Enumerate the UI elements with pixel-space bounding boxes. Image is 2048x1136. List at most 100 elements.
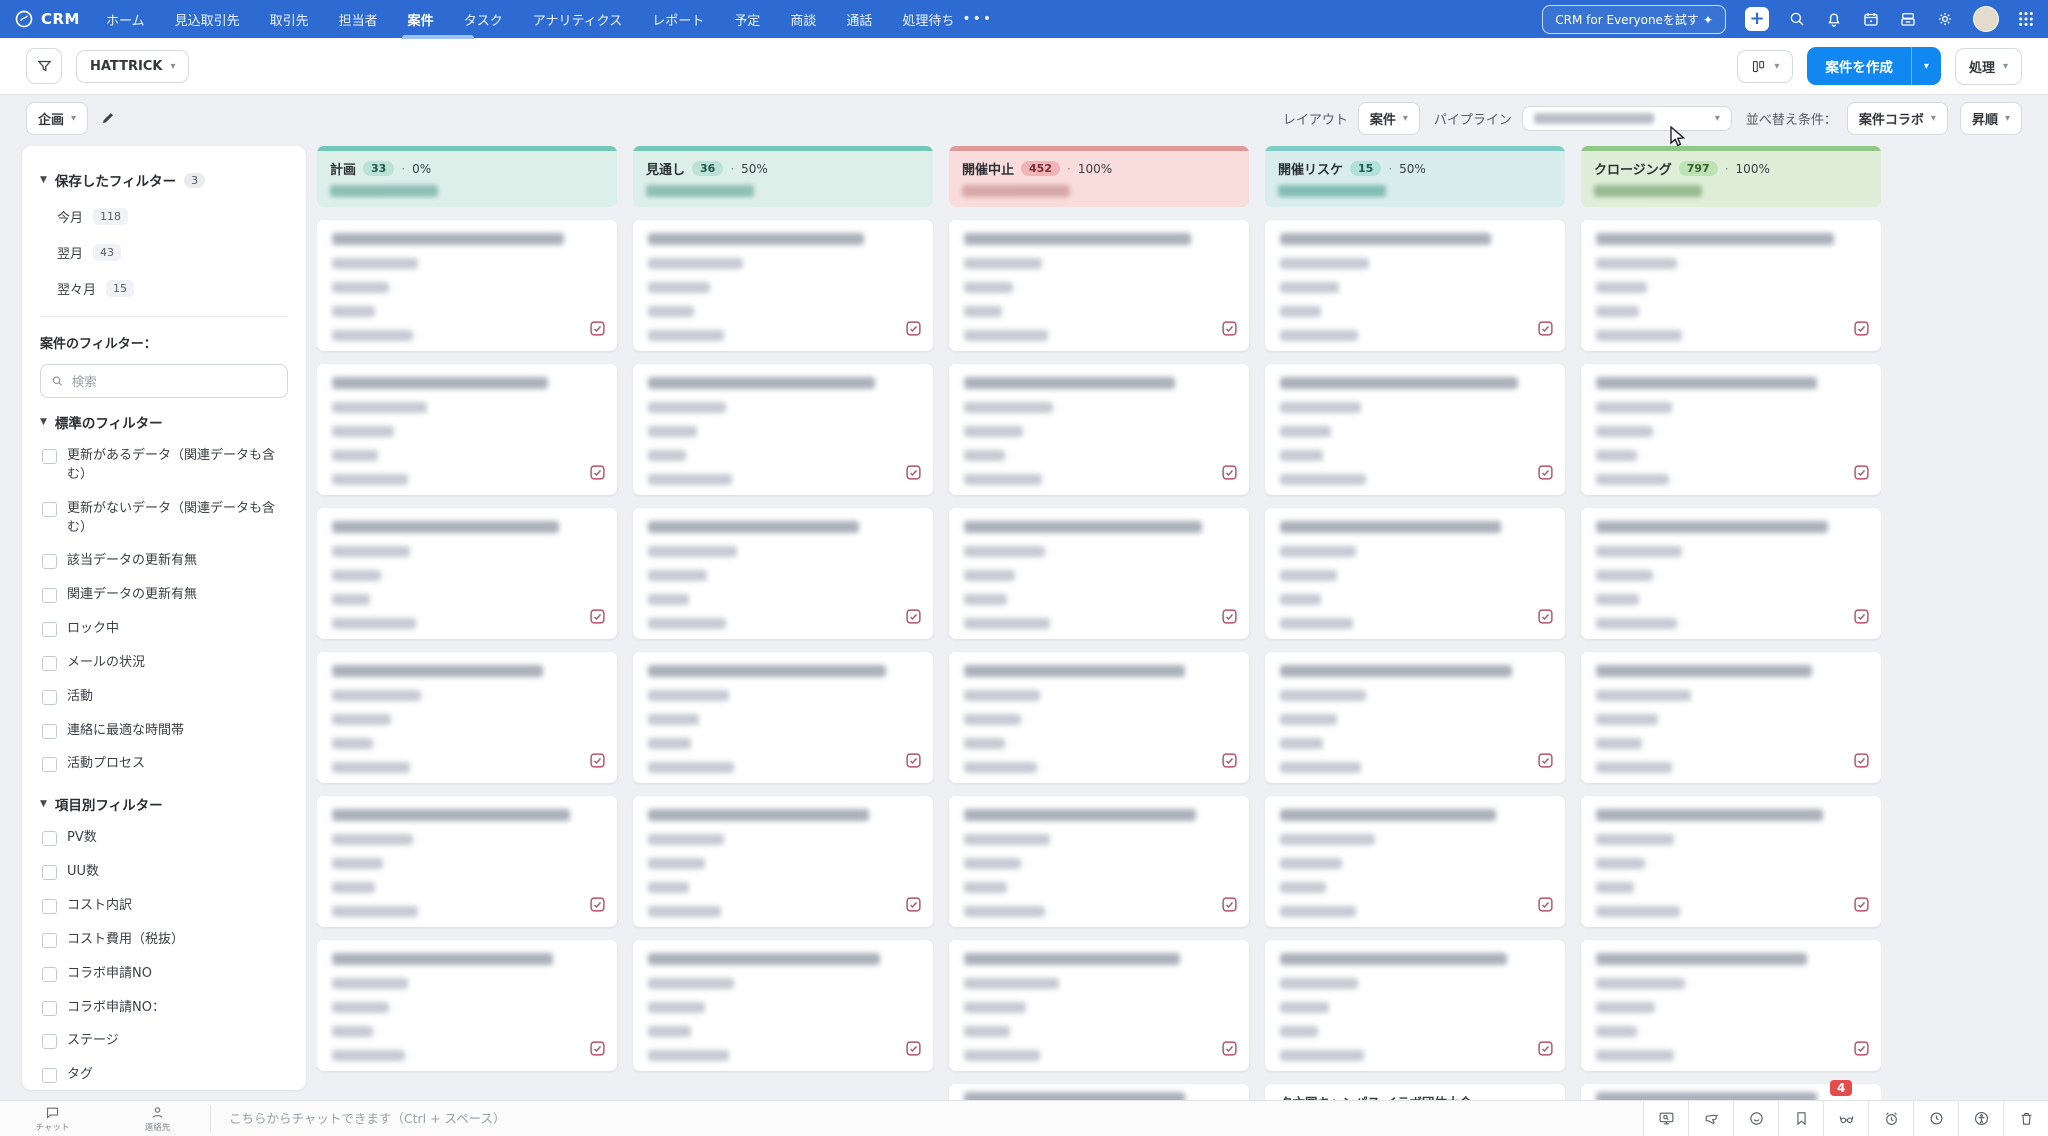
deal-card[interactable] [633, 652, 933, 783]
megaphone-icon-button[interactable] [1688, 1101, 1733, 1136]
checkbox[interactable] [42, 967, 57, 982]
checkbox[interactable] [42, 757, 57, 772]
filter-checkbox-row[interactable]: 活動 [42, 688, 288, 707]
deal-card[interactable] [633, 796, 933, 927]
filter-checkbox-row[interactable]: 活動プロセス [42, 755, 288, 774]
create-deal-dropdown[interactable]: ▾ [1911, 47, 1941, 85]
deal-card[interactable] [1265, 220, 1565, 351]
saved-filter-item[interactable]: 翌月43 [57, 243, 288, 262]
checkbox[interactable] [42, 1068, 57, 1083]
deal-card[interactable] [633, 220, 933, 351]
deal-card[interactable] [949, 652, 1249, 783]
nav-item-案件[interactable]: 案件 [408, 0, 434, 39]
filter-checkbox-row[interactable]: 該当データの更新有無 [42, 552, 288, 571]
deal-card[interactable] [317, 364, 617, 495]
deal-card[interactable] [317, 220, 617, 351]
filter-checkbox-row[interactable]: コスト費用（税抜） [42, 931, 288, 950]
filter-checkbox-row[interactable]: PV数 [42, 829, 288, 848]
trial-button[interactable]: CRM for Everyoneを試す✦ [1542, 5, 1726, 34]
view-name-dropdown[interactable]: HATTRICK▾ [76, 50, 189, 83]
saved-filters-section-header[interactable]: ▼ 保存したフィルター 3 [40, 170, 288, 190]
bookmark-icon-button[interactable] [1778, 1101, 1823, 1136]
settings-icon[interactable] [1936, 10, 1954, 28]
checkbox[interactable] [42, 1034, 57, 1049]
nav-item-処理待ち[interactable]: 処理待ち [902, 0, 954, 39]
deal-card[interactable] [1581, 940, 1881, 1071]
sort-field-select[interactable]: 案件コラボ▾ [1847, 102, 1948, 135]
filter-checkbox-row[interactable]: ステージ [42, 1032, 288, 1051]
field-filters-section-header[interactable]: ▼ 項目別フィルター [40, 794, 288, 814]
checkbox[interactable] [42, 622, 57, 637]
filter-checkbox-row[interactable]: UU数 [42, 863, 288, 882]
search-icon[interactable] [1788, 10, 1806, 28]
filter-checkbox-row[interactable]: 更新がないデータ（関連データも含む） [42, 500, 288, 538]
deal-card[interactable] [1581, 652, 1881, 783]
deal-card[interactable] [633, 364, 933, 495]
deal-card-partial[interactable] [949, 1084, 1249, 1100]
alarm-icon-button[interactable] [1868, 1101, 1913, 1136]
deal-card[interactable] [949, 364, 1249, 495]
deal-card[interactable] [1265, 364, 1565, 495]
filter-checkbox-row[interactable]: コスト内訳 [42, 897, 288, 916]
checkbox[interactable] [42, 933, 57, 948]
filter-checkbox-row[interactable]: メールの状況 [42, 654, 288, 673]
brand[interactable]: CRM [14, 9, 80, 29]
deal-card[interactable] [949, 796, 1249, 927]
nav-item-取引先[interactable]: 取引先 [270, 0, 309, 39]
board-view-switcher[interactable]: ▾ [1737, 50, 1793, 83]
deal-card[interactable] [317, 940, 617, 1071]
nav-item-予定[interactable]: 予定 [734, 0, 760, 39]
filter-search[interactable] [40, 364, 288, 398]
history-icon-button[interactable] [1913, 1101, 1958, 1136]
territory-select[interactable]: 企画▾ [26, 102, 88, 135]
layout-select[interactable]: 案件▾ [1358, 102, 1420, 135]
filter-button[interactable] [26, 48, 62, 84]
sort-order-select[interactable]: 昇順▾ [1960, 102, 2022, 135]
create-deal-button[interactable]: 案件を作成 ▾ [1807, 47, 1941, 85]
recycle-bin-icon-button[interactable] [2003, 1101, 2048, 1136]
checkbox[interactable] [42, 690, 57, 705]
checkbox[interactable] [42, 588, 57, 603]
checkbox[interactable] [42, 554, 57, 569]
checkbox[interactable] [42, 899, 57, 914]
filter-checkbox-row[interactable]: 連絡に最適な時間帯 [42, 722, 288, 741]
apps-grid-icon[interactable] [2018, 11, 2034, 27]
deal-card[interactable] [633, 940, 933, 1071]
deal-card[interactable] [1581, 508, 1881, 639]
deal-card[interactable] [1265, 940, 1565, 1071]
deal-card[interactable] [1581, 364, 1881, 495]
checkbox[interactable] [42, 502, 57, 517]
nav-item-レポート[interactable]: レポート [652, 0, 704, 39]
checkbox[interactable] [42, 831, 57, 846]
deal-card[interactable] [1581, 220, 1881, 351]
checkbox[interactable] [42, 724, 57, 739]
filter-checkbox-row[interactable]: 関連データの更新有無 [42, 586, 288, 605]
deal-card[interactable] [317, 652, 617, 783]
chat-tab[interactable]: チャット [0, 1101, 105, 1136]
checkbox[interactable] [42, 656, 57, 671]
plus-icon[interactable]: + [1745, 7, 1769, 31]
nav-item-担当者[interactable]: 担当者 [339, 0, 378, 39]
checkbox[interactable] [42, 865, 57, 880]
saved-filter-item[interactable]: 翌々月15 [57, 279, 288, 298]
deal-card[interactable] [1265, 652, 1565, 783]
nav-item-見込取引先[interactable]: 見込取引先 [175, 0, 240, 39]
filter-checkbox-row[interactable]: タグ [42, 1066, 288, 1085]
deal-card[interactable] [633, 508, 933, 639]
contacts-tab[interactable]: 連絡先 [105, 1101, 210, 1136]
checkbox[interactable] [42, 1001, 57, 1016]
filter-checkbox-row[interactable]: ロック中 [42, 620, 288, 639]
deal-card[interactable] [949, 220, 1249, 351]
accessibility-icon-button[interactable] [1958, 1101, 2003, 1136]
pipeline-select[interactable]: ▾ [1522, 106, 1732, 131]
zia-glasses-icon-button[interactable] [1823, 1101, 1868, 1136]
nav-item-タスク[interactable]: タスク [464, 0, 503, 39]
calendar-icon[interactable] [1862, 10, 1880, 28]
deal-card[interactable] [317, 508, 617, 639]
nav-item-アナリティクス[interactable]: アナリティクス [533, 0, 623, 39]
deal-card-partial[interactable]: タ六国キャンパス イラボ団体大会 [1265, 1084, 1565, 1100]
feedback-icon-button[interactable] [1733, 1101, 1778, 1136]
checkbox[interactable] [42, 449, 57, 464]
nav-item-ホーム[interactable]: ホーム [106, 0, 145, 39]
deal-card[interactable] [1581, 796, 1881, 927]
